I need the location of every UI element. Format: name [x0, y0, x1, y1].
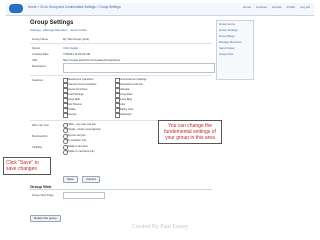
feature-label: Email Settings [67, 92, 84, 96]
radio-option: Visible to members only [63, 149, 193, 155]
group-web-section: Group Web Group Web Page Delete this gro… [30, 184, 212, 224]
topnav-courses[interactable]: Courses [256, 5, 267, 9]
radio-label: Anyone can join [67, 133, 86, 137]
group-web-field[interactable] [63, 192, 105, 199]
group-sidebar: Group Home Group Settings Group Blogs Ma… [216, 20, 254, 80]
delete-group-wrap: Delete this group [30, 206, 212, 224]
form-row-visibility: Visibility Visible to all users Visible … [30, 144, 212, 155]
site-logo[interactable] [9, 4, 23, 13]
group-web-title: Group Web [30, 184, 212, 190]
description-field[interactable] [63, 63, 215, 73]
features-label: Features [32, 78, 44, 82]
top-navigation: Home Courses Groups Profile Log out [239, 5, 310, 9]
form-row-group-name: Group Name My Test Group (pvt1) [30, 36, 212, 42]
divider [30, 43, 212, 44]
feature-label: Profiles [67, 107, 76, 111]
feature-label: Calendar [119, 87, 130, 91]
divider [30, 75, 212, 76]
topnav-logout[interactable]: Log out [300, 5, 310, 9]
group-name-label: Group Name [32, 37, 49, 41]
page-title: Group Settings [30, 20, 74, 26]
topnav-groups[interactable]: Groups [272, 5, 282, 9]
feature-label: Group Files [119, 92, 133, 96]
feature-label: Assessment Questions [67, 77, 94, 81]
cancel-button[interactable]: Cancel [82, 176, 100, 183]
owner-value[interactable]: Chris Sadler [63, 46, 78, 50]
feature-label: Discussions and Ann. [119, 82, 144, 86]
radio-label: Private - owner must approve [67, 127, 101, 131]
feature-label: Group Wiki [67, 97, 80, 101]
url-label: URL [32, 58, 38, 62]
sidebar-item-files[interactable]: Group Files [217, 51, 253, 57]
feature-label: Peer Review [67, 102, 82, 106]
group-web-label: Group Web Page [32, 193, 54, 197]
who-can-join-label: Who can Join [32, 123, 49, 127]
settings-hint-callout: You can change the fundemental settings … [158, 120, 222, 144]
created-value: 7/3/2013 11:00:22 AM [63, 52, 91, 56]
author-credit: Created By Paul Essery [131, 224, 189, 230]
form-actions: Save Cancel [63, 167, 100, 185]
radio-label: Visible to members only [67, 149, 95, 153]
topnav-home[interactable]: Home [243, 5, 251, 9]
visibility-options: Visible to all users Visible to members … [63, 144, 193, 155]
owner-label: Owner [32, 46, 41, 50]
feature-label: Surveys [67, 112, 77, 116]
form-row-features: Features Assessment Questions Announceme… [30, 77, 212, 119]
radio-label: By invitation only [67, 138, 87, 142]
feature-label: Subgroups [119, 112, 132, 116]
feature-label: Chat and Communication [67, 82, 97, 86]
group-web-row: Group Web Page [30, 192, 212, 199]
save-hint-callout: Click "Save" to save changes [3, 157, 51, 175]
delete-group-button[interactable]: Delete this group [30, 215, 61, 222]
radio-label: Visible to all users [67, 144, 88, 148]
breadcrumb[interactable]: Home > Go to Group and Communities Setti… [28, 5, 121, 9]
feature-label: Links [119, 102, 126, 106]
visibility-label: Visibility [32, 145, 43, 149]
browser-topbar: Home > Go to Group and Communities Setti… [6, 3, 314, 16]
radio-label: Public - any user can join [67, 122, 96, 126]
feature-label: Course Functions [67, 87, 88, 91]
save-button[interactable]: Save [63, 176, 78, 183]
slide: Home > Go to Group and Communities Setti… [0, 0, 320, 240]
group-name-value[interactable]: My Test Group (pvt1) [63, 37, 89, 41]
features-options: Assessment Questions Announcement Settin… [63, 77, 193, 118]
description-label: Description [32, 64, 46, 68]
page-subnav[interactable]: Settings · Manage Members · Send Invites [30, 28, 87, 32]
url-value[interactable]: http://mysite.edu/tc/Communities/Group/H… [63, 58, 120, 62]
topnav-profile[interactable]: Profile [287, 5, 296, 9]
feature-label: Announcement Settings [119, 77, 147, 81]
feature-row: Surveys Subgroups [63, 112, 193, 118]
feature-label: Mailing Lists [119, 107, 134, 111]
form-row-description: Description [30, 63, 215, 74]
membership-label: Membership [32, 134, 48, 138]
created-label: Created Date [32, 52, 49, 56]
feature-label: Group Blog [119, 97, 133, 101]
